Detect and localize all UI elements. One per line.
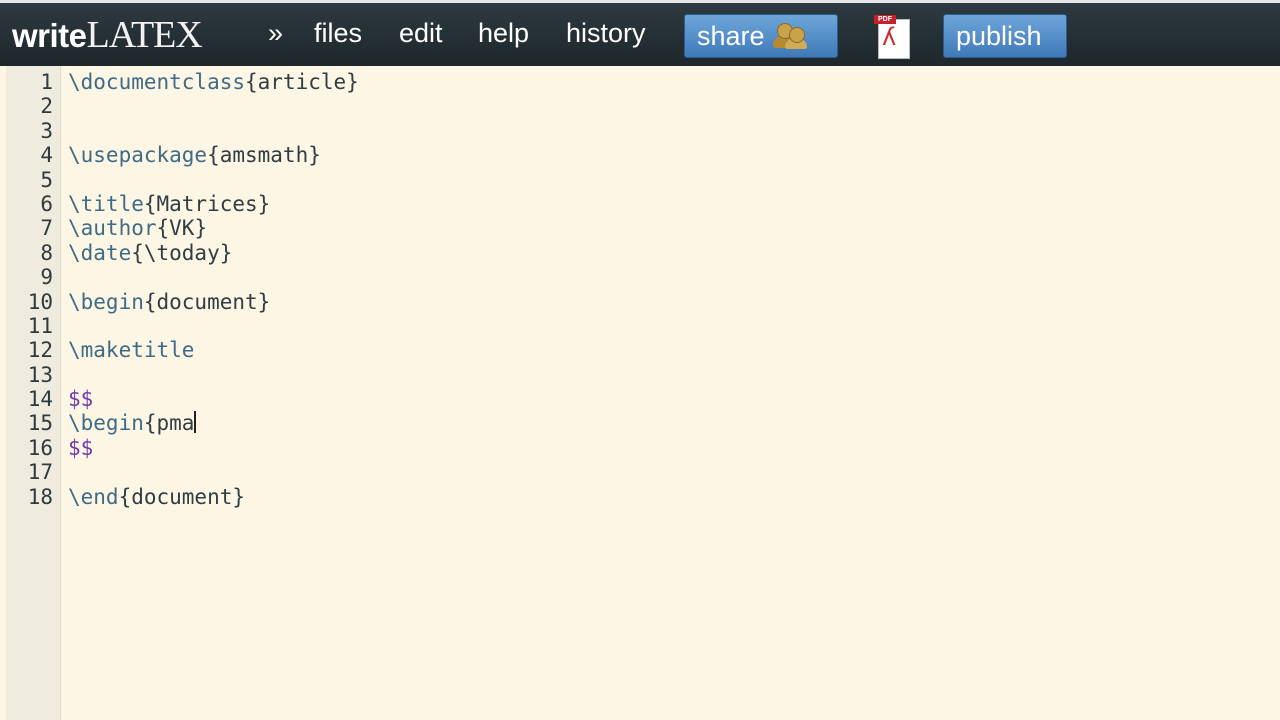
line-number: 6 xyxy=(40,191,53,216)
code-editor[interactable]: 1 \documentclass{article} 2 3 4 \usepackage{a… xyxy=(0,66,1280,720)
publish-button-label: publish xyxy=(956,21,1042,51)
logo-latex-text: LATEX xyxy=(86,14,203,56)
code-text: \author{VK} xyxy=(68,216,207,240)
latex-argument: {document} xyxy=(143,289,271,314)
expand-menu-button[interactable]: » xyxy=(268,18,283,49)
share-button-label: share xyxy=(697,21,765,51)
code-text: \end{document} xyxy=(68,485,245,509)
text-cursor xyxy=(194,411,197,434)
line-number: 12 xyxy=(27,338,53,363)
line-number: 10 xyxy=(27,289,53,314)
latex-command: \maketitle xyxy=(68,338,195,363)
latex-argument: {pma xyxy=(143,411,195,436)
line-number: 5 xyxy=(40,167,53,192)
latex-argument: {article} xyxy=(245,70,359,94)
line-number: 11 xyxy=(27,313,53,338)
line-number: 18 xyxy=(27,484,53,509)
history-menu[interactable]: history xyxy=(566,18,646,49)
latex-command: \begin xyxy=(68,289,144,314)
latex-command: \begin xyxy=(68,411,144,436)
line-number: 15 xyxy=(27,411,53,436)
latex-argument: {\today} xyxy=(131,240,233,265)
line-number: 16 xyxy=(27,435,53,460)
latex-argument: $$ xyxy=(68,387,94,412)
line-number: 4 xyxy=(40,143,53,168)
line-number: 1 xyxy=(40,70,53,94)
latex-argument: {amsmath} xyxy=(207,143,321,168)
latex-argument: {document} xyxy=(118,484,246,509)
latex-command: \author xyxy=(68,216,157,241)
line-number: 13 xyxy=(27,362,53,387)
writelatex-logo[interactable]: writeLATEX xyxy=(12,13,203,57)
latex-argument: {Matrices} xyxy=(143,191,271,216)
code-text: \documentclass{article} xyxy=(68,70,359,94)
code-text: \maketitle xyxy=(68,338,194,362)
code-text: \begin{document} xyxy=(68,290,270,314)
line-number: 14 xyxy=(27,387,53,412)
help-menu[interactable]: help xyxy=(478,18,529,49)
share-button[interactable]: share xyxy=(684,14,838,58)
latex-command: \end xyxy=(68,484,119,509)
pdf-download-icon[interactable]: PDF ʎ xyxy=(874,15,912,59)
latex-command: \date xyxy=(68,240,132,265)
publish-button[interactable]: publish xyxy=(943,14,1067,58)
code-text: $$ xyxy=(68,436,93,460)
line-number: 9 xyxy=(40,265,53,290)
latex-command: \usepackage xyxy=(68,143,208,168)
code-text: \begin{pma xyxy=(68,411,197,436)
top-toolbar: writeLATEX » files edit help history sha… xyxy=(0,0,1280,66)
latex-command: \documentclass xyxy=(68,70,246,94)
line-number: 8 xyxy=(40,240,53,265)
line-number: 2 xyxy=(40,94,53,119)
line-number: 3 xyxy=(40,118,53,143)
line-number: 17 xyxy=(27,460,53,485)
code-text: $$ xyxy=(68,387,93,411)
code-text: \usepackage{amsmath} xyxy=(68,143,321,167)
latex-argument: $$ xyxy=(68,435,94,460)
edit-menu[interactable]: edit xyxy=(399,18,443,49)
code-text: \title{Matrices} xyxy=(68,192,270,216)
files-menu[interactable]: files xyxy=(314,18,362,49)
code-text: \date{\today} xyxy=(68,241,232,265)
users-icon xyxy=(772,21,807,49)
line-number: 7 xyxy=(40,216,53,241)
latex-command: \title xyxy=(68,191,144,216)
logo-write-text: write xyxy=(12,17,87,54)
latex-argument: {VK} xyxy=(156,216,208,241)
acrobat-glyph-icon: ʎ xyxy=(882,23,897,51)
